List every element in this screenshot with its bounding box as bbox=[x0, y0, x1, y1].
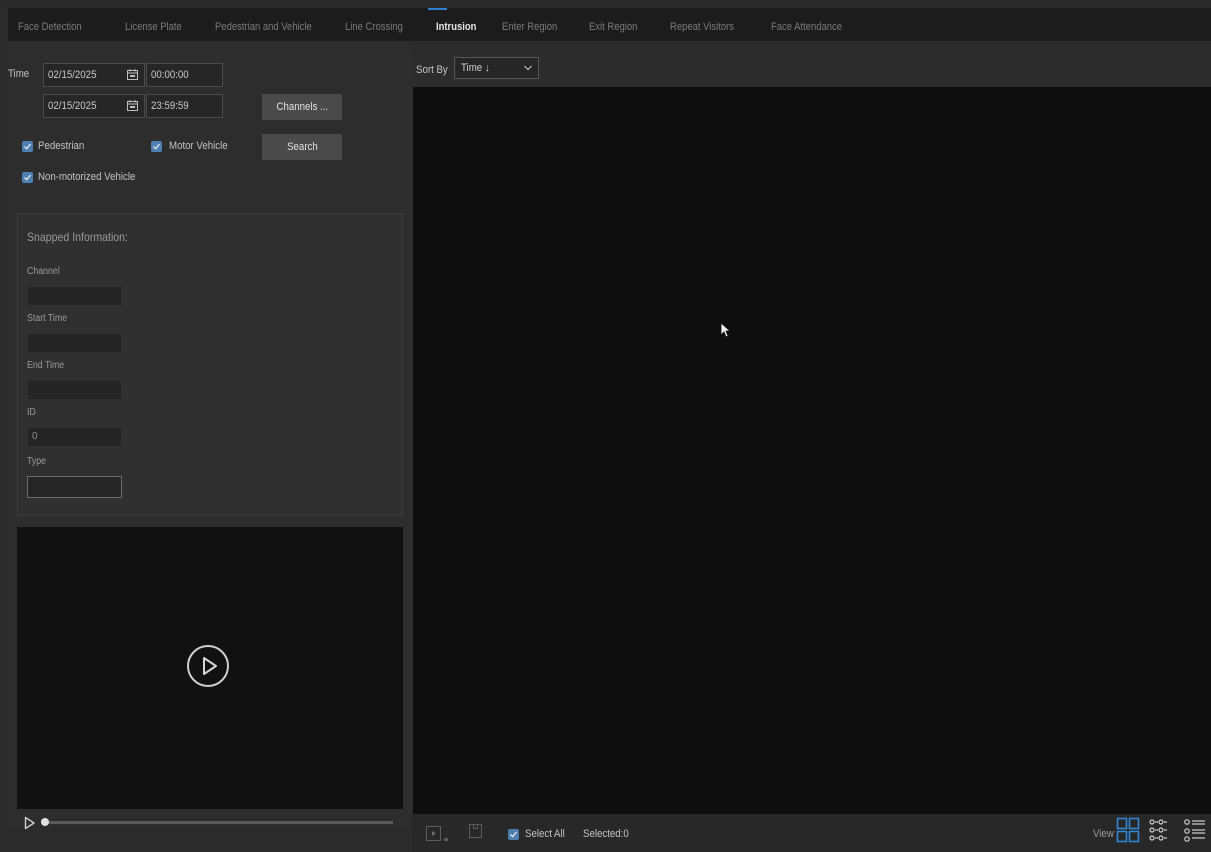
type-value bbox=[27, 476, 122, 498]
snapped-information-box bbox=[17, 213, 403, 516]
start-time-label: Start Time bbox=[27, 313, 68, 324]
tab-bar: Face Detection License Plate Pedestrian … bbox=[8, 8, 1211, 41]
non-motorized-label: Non-motorized Vehicle bbox=[38, 171, 136, 183]
id-label: ID bbox=[27, 407, 36, 418]
tab-repeat-visitors[interactable]: Repeat Visitors bbox=[670, 8, 734, 41]
channel-value bbox=[27, 286, 122, 306]
channel-label: Channel bbox=[27, 266, 60, 277]
save-icon[interactable] bbox=[469, 824, 482, 838]
sort-by-value: Time ↓ bbox=[461, 62, 490, 74]
grid-view-icon[interactable] bbox=[1116, 817, 1140, 843]
tab-exit-region[interactable]: Exit Region bbox=[589, 8, 637, 41]
playback-export-icon[interactable] bbox=[426, 826, 441, 841]
tab-face-attendance[interactable]: Face Attendance bbox=[771, 8, 842, 41]
selected-count: Selected:0 bbox=[583, 828, 629, 840]
tab-line-crossing[interactable]: Line Crossing bbox=[345, 8, 403, 41]
snapped-information-title: Snapped Information: bbox=[27, 230, 128, 244]
play-circle-button[interactable] bbox=[187, 645, 229, 687]
end-date-calendar-icon[interactable] bbox=[127, 100, 138, 111]
end-time-value bbox=[27, 380, 122, 400]
check-icon bbox=[24, 174, 32, 181]
dropdown-caret-icon bbox=[444, 838, 448, 841]
channels-button[interactable]: Channels ... bbox=[262, 94, 342, 120]
list-view-icon[interactable] bbox=[1183, 818, 1207, 842]
start-time-field[interactable]: 00:00:00 bbox=[146, 63, 223, 87]
start-time-value bbox=[27, 333, 122, 353]
tab-pedestrian-and-vehicle[interactable]: Pedestrian and Vehicle bbox=[215, 8, 312, 41]
id-value: 0 bbox=[27, 427, 122, 447]
results-area bbox=[413, 87, 1211, 814]
select-all-checkbox[interactable] bbox=[508, 829, 519, 840]
chevron-down-icon bbox=[524, 65, 532, 71]
tab-license-plate[interactable]: License Plate bbox=[125, 8, 182, 41]
window-top-strip bbox=[0, 0, 1211, 8]
view-label: View bbox=[1093, 828, 1114, 840]
start-date-calendar-icon[interactable] bbox=[127, 69, 138, 80]
time-label: Time bbox=[8, 68, 30, 80]
play-icon[interactable] bbox=[24, 816, 36, 830]
motor-vehicle-label: Motor Vehicle bbox=[169, 140, 228, 152]
playback-progress-track[interactable] bbox=[45, 821, 393, 824]
type-label: Type bbox=[27, 456, 47, 467]
motor-vehicle-checkbox[interactable] bbox=[151, 141, 162, 152]
mouse-cursor-icon bbox=[720, 322, 730, 338]
small-play-icon bbox=[432, 831, 436, 836]
check-icon bbox=[24, 143, 32, 150]
play-icon bbox=[203, 657, 217, 675]
playback-progress-handle[interactable] bbox=[41, 818, 49, 826]
end-time-field[interactable]: 23:59:59 bbox=[146, 94, 223, 118]
pedestrian-label: Pedestrian bbox=[38, 140, 85, 152]
non-motorized-checkbox[interactable] bbox=[22, 172, 33, 183]
select-all-label: Select All bbox=[525, 828, 565, 840]
check-icon bbox=[510, 831, 518, 838]
sort-by-label: Sort By bbox=[416, 64, 448, 76]
active-tab-indicator bbox=[428, 8, 447, 10]
tab-enter-region[interactable]: Enter Region bbox=[502, 8, 557, 41]
search-button[interactable]: Search bbox=[262, 134, 342, 160]
check-icon bbox=[153, 143, 161, 150]
sort-by-select[interactable]: Time ↓ bbox=[454, 57, 539, 79]
end-time-label: End Time bbox=[27, 360, 65, 371]
tab-face-detection[interactable]: Face Detection bbox=[18, 8, 82, 41]
tab-intrusion[interactable]: Intrusion bbox=[436, 8, 476, 41]
pedestrian-checkbox[interactable] bbox=[22, 141, 33, 152]
timeline-view-icon[interactable] bbox=[1149, 818, 1173, 842]
